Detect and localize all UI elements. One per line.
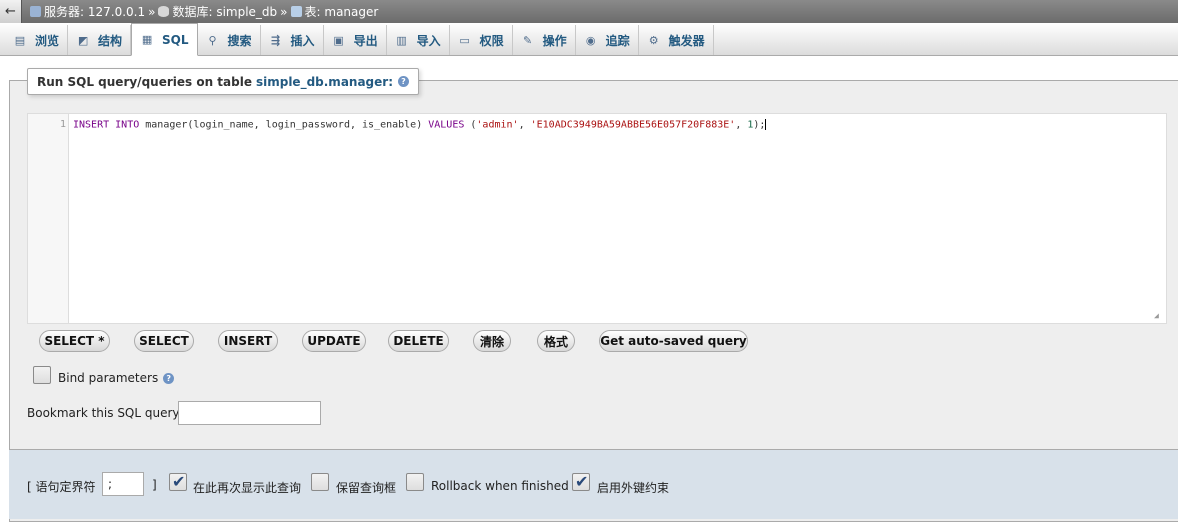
breadcrumb-server[interactable]: 服务器: 127.0.0.1 bbox=[30, 3, 145, 20]
tab-label: 导入 bbox=[416, 33, 441, 48]
server-icon bbox=[30, 6, 41, 17]
bookmark-label: Bookmark this SQL query: bbox=[27, 406, 183, 420]
resize-handle-icon[interactable]: ◢ bbox=[1154, 311, 1164, 321]
line-number-gutter bbox=[28, 114, 69, 323]
delimiter-label-close: ] bbox=[152, 478, 157, 492]
tab-label: 搜索 bbox=[227, 33, 252, 48]
sql-string: 'admin' bbox=[476, 119, 519, 131]
retain-query-box-label: 保留查询框 bbox=[336, 481, 397, 495]
insert-button[interactable]: INSERT bbox=[218, 330, 278, 352]
sql-keyword: INTO bbox=[115, 119, 140, 131]
breadcrumb-bar: ← 服务器: 127.0.0.1 » 数据库: simple_db » 表: m… bbox=[0, 0, 1178, 23]
show-query-again-checkbox[interactable] bbox=[169, 472, 187, 491]
structure-icon: ◩ bbox=[77, 33, 89, 47]
breadcrumb-separator: » bbox=[280, 4, 288, 19]
tab-privileges[interactable]: ▭ 权限 bbox=[450, 25, 513, 55]
sql-comma: , bbox=[518, 119, 531, 131]
insert-icon: ⇶ bbox=[270, 33, 281, 47]
foreign-key-checks-checkbox[interactable] bbox=[572, 472, 590, 491]
export-icon: ▣ bbox=[333, 33, 344, 47]
delete-button[interactable]: DELETE bbox=[388, 330, 449, 352]
sql-keyword: VALUES bbox=[428, 119, 465, 131]
breadcrumb-table[interactable]: 表: manager bbox=[290, 3, 379, 20]
operations-icon: ✎ bbox=[523, 33, 533, 47]
rollback-label: Rollback when finished bbox=[431, 479, 569, 493]
show-query-again-label: 在此再次显示此查询 bbox=[193, 481, 302, 495]
table-icon bbox=[290, 6, 302, 17]
tab-triggers[interactable]: ⚙ 触发器 bbox=[639, 25, 714, 55]
select-button[interactable]: SELECT bbox=[134, 330, 194, 352]
line-number: 1 bbox=[59, 119, 66, 130]
import-icon: ▥ bbox=[396, 33, 407, 47]
delimiter-label-open: [ 语句定界符 bbox=[27, 480, 96, 494]
sql-icon: ▦ bbox=[141, 33, 153, 46]
breadcrumb-table-label[interactable]: 表: manager bbox=[305, 3, 379, 20]
text-caret bbox=[765, 119, 767, 130]
privileges-icon: ▭ bbox=[459, 33, 470, 47]
clear-button[interactable]: 清除 bbox=[473, 330, 511, 352]
sql-keyword: INSERT bbox=[73, 119, 110, 131]
tab-label: 触发器 bbox=[668, 33, 705, 48]
tab-label: SQL bbox=[162, 32, 189, 47]
breadcrumb-separator: » bbox=[148, 4, 156, 19]
database-icon bbox=[158, 6, 170, 17]
format-button[interactable]: 格式 bbox=[537, 330, 575, 352]
get-autosaved-query-button[interactable]: Get auto-saved query bbox=[599, 330, 748, 352]
breadcrumb-database[interactable]: 数据库: simple_db bbox=[158, 3, 277, 20]
tab-browse[interactable]: ▤ 浏览 bbox=[5, 25, 69, 55]
legend-table-link[interactable]: simple_db.manager: bbox=[256, 75, 393, 89]
tab-sql[interactable]: ▦ SQL bbox=[131, 23, 198, 56]
bind-parameters-label: Bind parameters ? bbox=[58, 371, 175, 385]
help-icon[interactable]: ? bbox=[163, 372, 175, 384]
update-button[interactable]: UPDATE bbox=[302, 330, 366, 352]
tab-import[interactable]: ▥ 导入 bbox=[387, 25, 450, 55]
tab-export[interactable]: ▣ 导出 bbox=[324, 25, 387, 55]
sql-table-columns: manager(login_name, login_password, is_e… bbox=[139, 119, 429, 131]
sql-editor[interactable]: 1 INSERT INTO manager(login_name, login_… bbox=[27, 113, 1167, 324]
query-box-legend: Run SQL query/queries on table simple_db… bbox=[27, 68, 419, 95]
tab-label: 插入 bbox=[290, 33, 315, 48]
tab-label: 操作 bbox=[542, 33, 567, 48]
back-arrow-icon[interactable]: ← bbox=[0, 0, 22, 23]
help-icon[interactable]: ? bbox=[398, 76, 409, 87]
delimiter-input[interactable]: ; bbox=[102, 472, 144, 496]
bind-parameters-text: Bind parameters bbox=[58, 371, 159, 385]
bind-parameters-checkbox[interactable] bbox=[33, 366, 51, 384]
sql-close: ); bbox=[753, 119, 766, 131]
tab-label: 追踪 bbox=[605, 33, 630, 48]
tab-label: 浏览 bbox=[35, 33, 60, 48]
sql-code-line[interactable]: INSERT INTO manager(login_name, login_pa… bbox=[73, 119, 767, 131]
breadcrumb-server-label[interactable]: 服务器: 127.0.0.1 bbox=[44, 3, 145, 20]
foreign-key-checks-label: 启用外键约束 bbox=[597, 481, 670, 495]
tab-label: 权限 bbox=[479, 33, 504, 48]
tab-insert[interactable]: ⇶ 插入 bbox=[261, 25, 324, 55]
bookmark-input[interactable] bbox=[178, 401, 321, 425]
select-star-button[interactable]: SELECT * bbox=[39, 330, 110, 352]
breadcrumb-database-label[interactable]: 数据库: simple_db bbox=[172, 3, 277, 20]
tab-label: 导出 bbox=[353, 33, 378, 48]
search-icon: ⚲ bbox=[208, 33, 217, 47]
tracking-icon: ◉ bbox=[585, 33, 596, 47]
tab-tracking[interactable]: ◉ 追踪 bbox=[576, 25, 639, 55]
tab-operations[interactable]: ✎ 操作 bbox=[513, 25, 576, 55]
tab-structure[interactable]: ◩ 结构 bbox=[68, 25, 132, 55]
browse-icon: ▤ bbox=[14, 33, 26, 47]
legend-text: Run SQL query/queries on table bbox=[37, 74, 252, 89]
sql-paren: ( bbox=[464, 119, 477, 131]
triggers-icon: ⚙ bbox=[648, 33, 659, 47]
retain-query-box-checkbox[interactable] bbox=[311, 473, 329, 491]
tab-label: 结构 bbox=[98, 33, 123, 48]
tab-search[interactable]: ⚲ 搜索 bbox=[198, 25, 261, 55]
sql-string: 'E10ADC3949BA59ABBE56E057F20F883E' bbox=[530, 119, 736, 131]
sql-comma: , bbox=[735, 119, 748, 131]
rollback-checkbox[interactable] bbox=[406, 473, 424, 491]
tab-bar: ▤ 浏览 ◩ 结构 ▦ SQL ⚲ 搜索 ⇶ 插入 ▣ 导出 ▥ 导入 ▭ 权限 ✎ 操作 ◉ 追踪… bbox=[0, 23, 1178, 56]
